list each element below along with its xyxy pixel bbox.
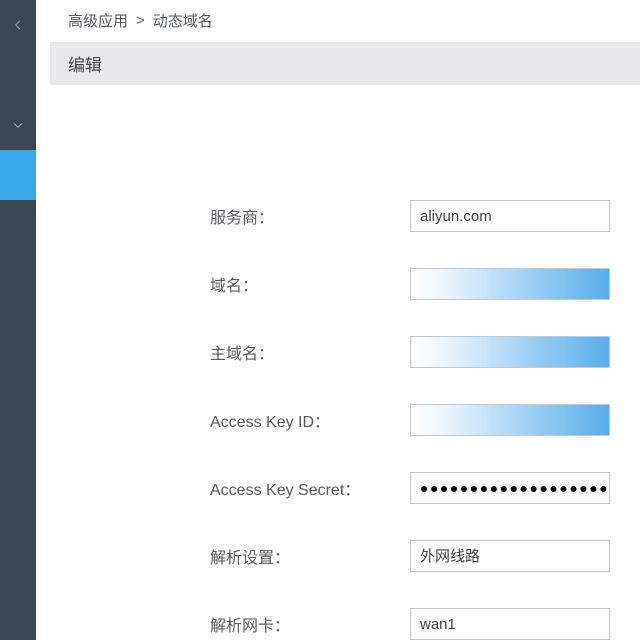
form: 服务商： aliyun.com 域名： 主域名： [50, 85, 640, 640]
breadcrumb-current: 动态域名 [153, 10, 213, 31]
sidebar [0, 0, 36, 640]
sidebar-collapse-top[interactable] [0, 0, 36, 50]
label-domain: 域名： [210, 272, 410, 296]
input-domain[interactable] [410, 268, 610, 300]
input-main-domain[interactable] [410, 336, 610, 368]
label-provider: 服务商： [210, 204, 410, 228]
row-access-key-id: Access Key ID： [210, 404, 640, 436]
section-title: 编辑 [50, 42, 640, 85]
label-resolve-nic: 解析网卡： [210, 612, 410, 636]
label-access-key-secret: Access Key Secret： [210, 476, 410, 500]
chevron-left-icon [11, 18, 25, 32]
breadcrumb: 高级应用 > 动态域名 [50, 0, 640, 42]
select-resolve-setting[interactable]: 外网线路 [410, 540, 610, 572]
chevron-down-icon [11, 118, 25, 132]
main-content: 高级应用 > 动态域名 编辑 服务商： aliyun.com 域名： [36, 0, 640, 640]
row-resolve-nic: 解析网卡： wan1 [210, 608, 640, 640]
input-access-key-secret[interactable]: ●●●●●●●●●●●●●●●●●●●●●●● [410, 472, 610, 504]
sidebar-expand[interactable] [0, 100, 36, 150]
row-access-key-secret: Access Key Secret： ●●●●●●●●●●●●●●●●●●●●●… [210, 472, 640, 504]
row-main-domain: 主域名： [210, 336, 640, 368]
label-resolve-setting: 解析设置： [210, 544, 410, 568]
row-resolve-setting: 解析设置： 外网线路 [210, 540, 640, 572]
row-provider: 服务商： aliyun.com [210, 200, 640, 232]
breadcrumb-parent[interactable]: 高级应用 [68, 10, 128, 31]
breadcrumb-separator: > [136, 12, 145, 29]
label-main-domain: 主域名： [210, 340, 410, 364]
select-resolve-nic[interactable]: wan1 [410, 608, 610, 640]
select-provider[interactable]: aliyun.com [410, 200, 610, 232]
label-access-key-id: Access Key ID： [210, 408, 410, 432]
input-access-key-id[interactable] [410, 404, 610, 436]
sidebar-item-active[interactable] [0, 150, 36, 200]
row-domain: 域名： [210, 268, 640, 300]
